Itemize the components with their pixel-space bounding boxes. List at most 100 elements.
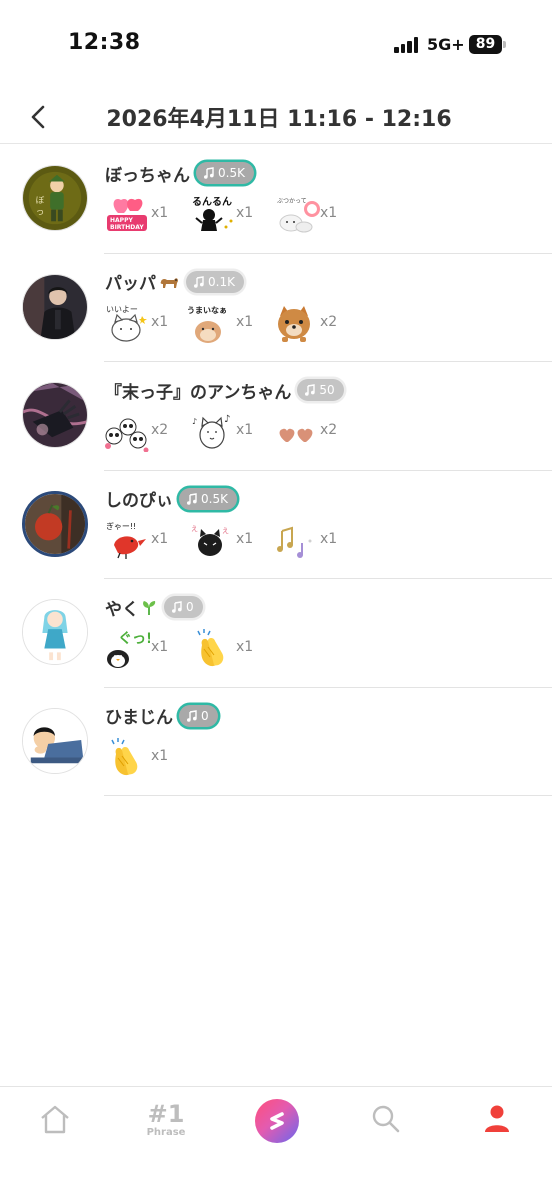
sticker-count: x1	[151, 639, 169, 655]
music-note-icon	[172, 601, 182, 613]
hearts-sticker	[274, 410, 320, 452]
name-line: ひまじん 0	[105, 704, 218, 728]
running-silhouette-sticker: るんるん	[190, 193, 236, 235]
username[interactable]: 『末っ子』のアンちゃん	[105, 378, 291, 403]
network-type: 5G+	[427, 35, 465, 54]
clapping-hands-sticker	[104, 736, 150, 778]
avatar[interactable]: ぼっ	[22, 165, 88, 231]
avatar[interactable]	[22, 707, 88, 774]
red-bird-sticker: ぎゃー!!	[104, 519, 150, 561]
white-cat-iiyo-sticker: いいよー	[104, 302, 150, 344]
singing-cat-sticker: ♪ ♪	[190, 410, 236, 452]
svg-text:るんるん: るんるん	[192, 196, 232, 208]
username[interactable]: やく	[105, 595, 139, 620]
sticker-count: x2	[320, 422, 338, 438]
sticker-count: x1	[320, 205, 338, 221]
name-line: しのぴぃ 0.5K	[105, 487, 237, 511]
signal-icon	[394, 37, 420, 53]
penguin-thumbs-up-sticker: ぐっ!	[104, 627, 150, 669]
sticker-count: x2	[151, 422, 169, 438]
svg-text:ぼ: ぼ	[36, 195, 45, 206]
username[interactable]: しのぴぃ	[105, 486, 173, 511]
username[interactable]: ひまじん	[105, 703, 173, 728]
create-icon	[270, 1112, 284, 1130]
search-icon	[372, 1105, 400, 1133]
svg-text:いいよー: いいよー	[106, 305, 138, 314]
create-button[interactable]	[255, 1099, 299, 1143]
clapping-hands-sticker	[190, 627, 236, 669]
badge-value: 0	[201, 708, 209, 723]
sticker-count: x1	[151, 313, 169, 330]
avatar[interactable]	[22, 490, 88, 557]
name-line: パッパ 0.1K	[105, 270, 244, 294]
tab-home[interactable]	[38, 1102, 72, 1136]
black-cat-sticker: ええ	[188, 519, 234, 561]
sticker-count: x1	[151, 747, 169, 764]
avatar[interactable]	[22, 273, 88, 340]
svg-text:♪: ♪	[224, 414, 230, 425]
listener-row[interactable]: パッパ 0.1K いいよー x1 うまいなぁ x1 x2	[0, 254, 552, 362]
music-note-icon	[305, 384, 316, 396]
listen-count-badge: 50	[297, 379, 344, 401]
svg-text:え: え	[191, 525, 198, 533]
home-icon	[41, 1105, 69, 1134]
tab-bar: #1 Phrase	[0, 1086, 552, 1200]
sticker-count: x1	[236, 205, 254, 221]
badge-value: 0.5K	[218, 166, 245, 180]
listen-count-badge: 0.5K	[179, 487, 237, 510]
badge-value: 0.1K	[208, 274, 235, 289]
listener-row[interactable]: ぼっ ぼっちゃん 0.5K HAPPY BIRTHDAY x1 るんるん x1 ぶ…	[0, 145, 552, 254]
avatar[interactable]	[22, 599, 88, 665]
listener-row[interactable]: 『末っ子』のアンちゃん 50 x2 ♪ ♪ x1 x2	[0, 362, 552, 471]
music-note-icon	[194, 275, 204, 288]
sticker-count: x1	[236, 313, 254, 330]
music-note-icon	[187, 492, 197, 505]
listener-row[interactable]: やく 0 ぐっ! x1 x1	[0, 579, 552, 688]
username[interactable]: パッパ	[105, 269, 156, 294]
sticker-count: x1	[320, 530, 338, 547]
sticker-count: x1	[151, 530, 169, 547]
listener-row[interactable]: しのぴぃ 0.5K ぎゃー!! x1 ええ x1 x1	[0, 471, 552, 579]
name-line: ぼっちゃん 0.5K	[105, 161, 254, 186]
sticker-count: x2	[320, 313, 338, 330]
sticker-count: x1	[236, 530, 254, 547]
svg-text:え: え	[222, 527, 229, 535]
battery-tip	[503, 41, 506, 48]
svg-text:HAPPY: HAPPY	[110, 217, 133, 224]
sticker-count: x1	[236, 422, 254, 438]
battery-icon: 89	[469, 35, 502, 54]
username[interactable]: ぼっちゃん	[105, 161, 190, 186]
name-line: 『末っ子』のアンちゃん 50	[105, 378, 344, 403]
status-time: 12:38	[68, 30, 141, 55]
music-note-icon	[187, 709, 197, 722]
svg-text:うまいなぁ: うまいなぁ	[187, 306, 227, 315]
listen-count-badge: 0	[164, 596, 203, 618]
sticker-count: x1	[151, 205, 169, 221]
badge-value: 0.5K	[201, 491, 228, 506]
svg-text:ぐっ!: ぐっ!	[118, 631, 150, 647]
phrase-label: Phrase	[146, 1127, 186, 1138]
svg-text:BIRTHDAY: BIRTHDAY	[110, 224, 144, 231]
panda-trio-sticker	[104, 410, 150, 452]
tab-search[interactable]	[369, 1102, 403, 1136]
svg-text:っ: っ	[36, 207, 45, 217]
svg-text:ぎゃー!!: ぎゃー!!	[106, 521, 136, 531]
status-bar: 12:38 5G+ 89	[0, 0, 552, 80]
tab-profile[interactable]	[480, 1102, 514, 1136]
dog-emoji-icon	[158, 274, 180, 290]
listener-row[interactable]: ひまじん 0 x1	[0, 688, 552, 796]
happy-birthday-balloon-sticker: HAPPY BIRTHDAY	[104, 193, 150, 235]
svg-text:ぶつかって: ぶつかって	[277, 198, 307, 205]
listen-count-badge: 0.1K	[186, 270, 244, 293]
listen-count-badge: 0	[179, 704, 218, 727]
row-divider	[104, 795, 552, 796]
nav-header: 2026年4月11日 11:16 - 12:16	[0, 90, 552, 144]
name-line: やく 0	[105, 595, 203, 620]
hamster-umainaa-sticker: うまいなぁ	[186, 302, 232, 344]
badge-value: 0	[186, 600, 194, 614]
tab-phrase[interactable]: #1 Phrase	[142, 1101, 190, 1139]
svg-text:♪: ♪	[192, 417, 197, 426]
avatar[interactable]	[22, 382, 88, 448]
sprout-emoji-icon	[140, 598, 158, 616]
sticker-count: x1	[236, 639, 254, 655]
